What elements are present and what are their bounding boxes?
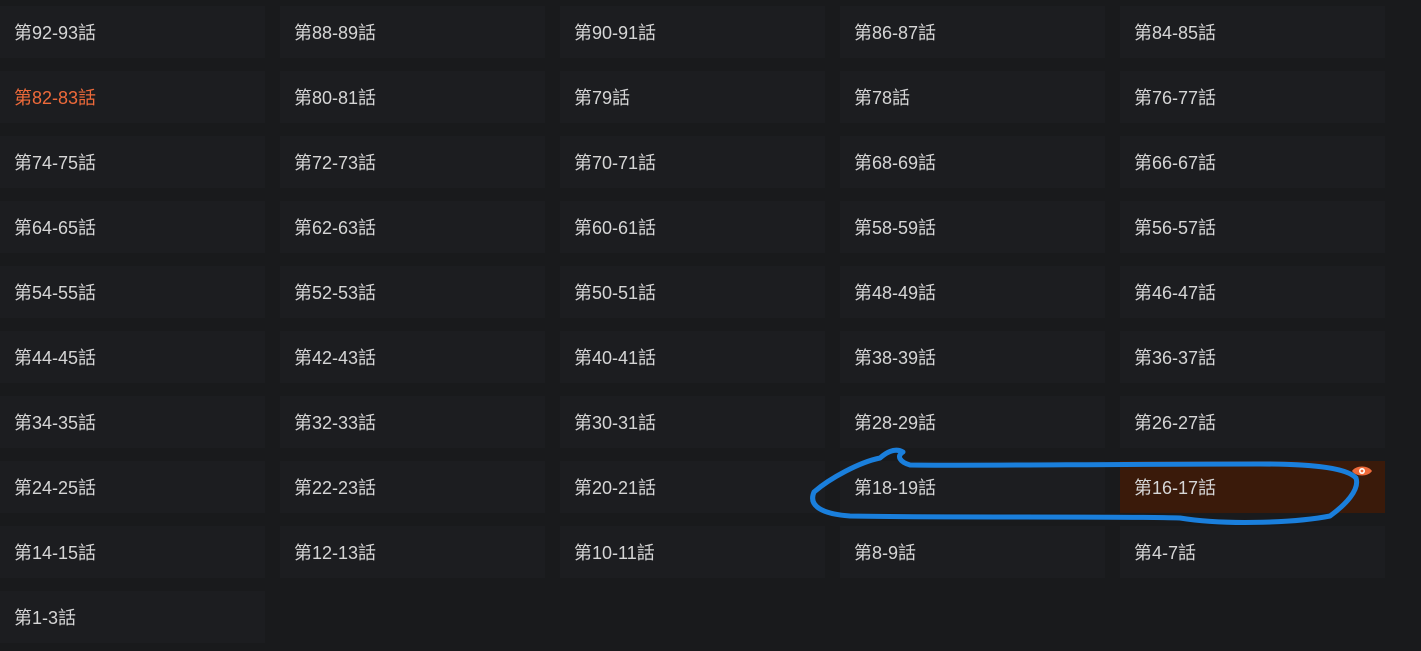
episode-item[interactable]: 第28-29話 <box>840 396 1105 448</box>
episode-item[interactable]: 第46-47話 <box>1120 266 1385 318</box>
episode-item[interactable]: 第22-23話 <box>280 461 545 513</box>
episode-label: 第64-65話 <box>14 218 97 238</box>
episode-item[interactable]: 第50-51話 <box>560 266 825 318</box>
episode-item[interactable]: 第20-21話 <box>560 461 825 513</box>
episode-item[interactable]: 第92-93話 <box>0 6 265 58</box>
episode-item[interactable]: 第79話 <box>560 71 825 123</box>
episode-item[interactable]: 第12-13話 <box>280 526 545 578</box>
episode-label: 第90-91話 <box>574 23 657 43</box>
episode-label: 第30-31話 <box>574 413 657 433</box>
episode-label: 第1-3話 <box>14 608 77 628</box>
episode-label: 第88-89話 <box>294 23 377 43</box>
episode-label: 第10-11話 <box>574 543 655 563</box>
episode-label: 第44-45話 <box>14 348 97 368</box>
episode-label: 第62-63話 <box>294 218 377 238</box>
episode-label: 第34-35話 <box>14 413 97 433</box>
episode-label: 第84-85話 <box>1134 23 1217 43</box>
episode-item[interactable]: 第16-17話 <box>1120 461 1385 513</box>
episode-label: 第16-17話 <box>1134 478 1217 498</box>
episode-item[interactable]: 第44-45話 <box>0 331 265 383</box>
episode-item[interactable]: 第14-15話 <box>0 526 265 578</box>
episode-label: 第36-37話 <box>1134 348 1217 368</box>
episode-label: 第52-53話 <box>294 283 377 303</box>
episode-item[interactable]: 第48-49話 <box>840 266 1105 318</box>
episode-label: 第24-25話 <box>14 478 97 498</box>
episode-item[interactable]: 第4-7話 <box>1120 526 1385 578</box>
episode-item[interactable]: 第68-69話 <box>840 136 1105 188</box>
episode-label: 第12-13話 <box>294 543 377 563</box>
episode-label: 第66-67話 <box>1134 153 1217 173</box>
episode-label: 第14-15話 <box>14 543 97 563</box>
episode-item[interactable]: 第8-9話 <box>840 526 1105 578</box>
episode-item[interactable]: 第34-35話 <box>0 396 265 448</box>
episode-item[interactable]: 第32-33話 <box>280 396 545 448</box>
episode-label: 第72-73話 <box>294 153 377 173</box>
episode-item[interactable]: 第40-41話 <box>560 331 825 383</box>
episode-label: 第38-39話 <box>854 348 937 368</box>
episode-item[interactable]: 第60-61話 <box>560 201 825 253</box>
episode-item[interactable]: 第1-3話 <box>0 591 265 643</box>
episode-label: 第86-87話 <box>854 23 937 43</box>
episode-label: 第26-27話 <box>1134 413 1217 433</box>
episode-label: 第58-59話 <box>854 218 937 238</box>
episode-label: 第22-23話 <box>294 478 377 498</box>
episode-label: 第74-75話 <box>14 153 97 173</box>
eye-icon <box>1352 466 1372 476</box>
episode-item[interactable]: 第90-91話 <box>560 6 825 58</box>
episode-item[interactable]: 第56-57話 <box>1120 201 1385 253</box>
episode-item[interactable]: 第80-81話 <box>280 71 545 123</box>
episode-item[interactable]: 第66-67話 <box>1120 136 1385 188</box>
episode-label: 第80-81話 <box>294 88 377 108</box>
episode-label: 第20-21話 <box>574 478 657 498</box>
episode-label: 第8-9話 <box>854 543 917 563</box>
episode-label: 第79話 <box>574 88 631 108</box>
episode-label: 第78話 <box>854 88 911 108</box>
episode-item[interactable]: 第36-37話 <box>1120 331 1385 383</box>
episode-label: 第40-41話 <box>574 348 657 368</box>
episode-label: 第50-51話 <box>574 283 657 303</box>
episode-label: 第82-83話 <box>14 88 97 108</box>
episode-item[interactable]: 第72-73話 <box>280 136 545 188</box>
episode-item[interactable]: 第26-27話 <box>1120 396 1385 448</box>
episode-label: 第4-7話 <box>1134 543 1197 563</box>
episode-label: 第76-77話 <box>1134 88 1217 108</box>
episode-label: 第48-49話 <box>854 283 937 303</box>
episode-label: 第42-43話 <box>294 348 377 368</box>
episode-label: 第28-29話 <box>854 413 937 433</box>
episode-item[interactable]: 第76-77話 <box>1120 71 1385 123</box>
episode-item[interactable]: 第62-63話 <box>280 201 545 253</box>
episode-item[interactable]: 第82-83話 <box>0 71 265 123</box>
episode-item[interactable]: 第54-55話 <box>0 266 265 318</box>
episode-item[interactable]: 第70-71話 <box>560 136 825 188</box>
episode-label: 第46-47話 <box>1134 283 1217 303</box>
episode-label: 第32-33話 <box>294 413 377 433</box>
episode-label: 第56-57話 <box>1134 218 1217 238</box>
episode-item[interactable]: 第84-85話 <box>1120 6 1385 58</box>
episode-item[interactable]: 第88-89話 <box>280 6 545 58</box>
episode-label: 第92-93話 <box>14 23 97 43</box>
episode-item[interactable]: 第24-25話 <box>0 461 265 513</box>
episode-item[interactable]: 第10-11話 <box>560 526 825 578</box>
episode-label: 第60-61話 <box>574 218 657 238</box>
episode-item[interactable]: 第74-75話 <box>0 136 265 188</box>
episode-label: 第54-55話 <box>14 283 97 303</box>
episode-item[interactable]: 第78話 <box>840 71 1105 123</box>
episode-label: 第70-71話 <box>574 153 657 173</box>
episode-label: 第18-19話 <box>854 478 937 498</box>
episode-item[interactable]: 第38-39話 <box>840 331 1105 383</box>
episode-item[interactable]: 第58-59話 <box>840 201 1105 253</box>
episode-item[interactable]: 第18-19話 <box>840 461 1105 513</box>
episode-item[interactable]: 第52-53話 <box>280 266 545 318</box>
episode-item[interactable]: 第86-87話 <box>840 6 1105 58</box>
episode-item[interactable]: 第42-43話 <box>280 331 545 383</box>
episode-item[interactable]: 第30-31話 <box>560 396 825 448</box>
episode-label: 第68-69話 <box>854 153 937 173</box>
episode-grid: 第92-93話 第88-89話 第90-91話 第86-87話 第84-85話第82-8… <box>0 0 1421 651</box>
episode-item[interactable]: 第64-65話 <box>0 201 265 253</box>
